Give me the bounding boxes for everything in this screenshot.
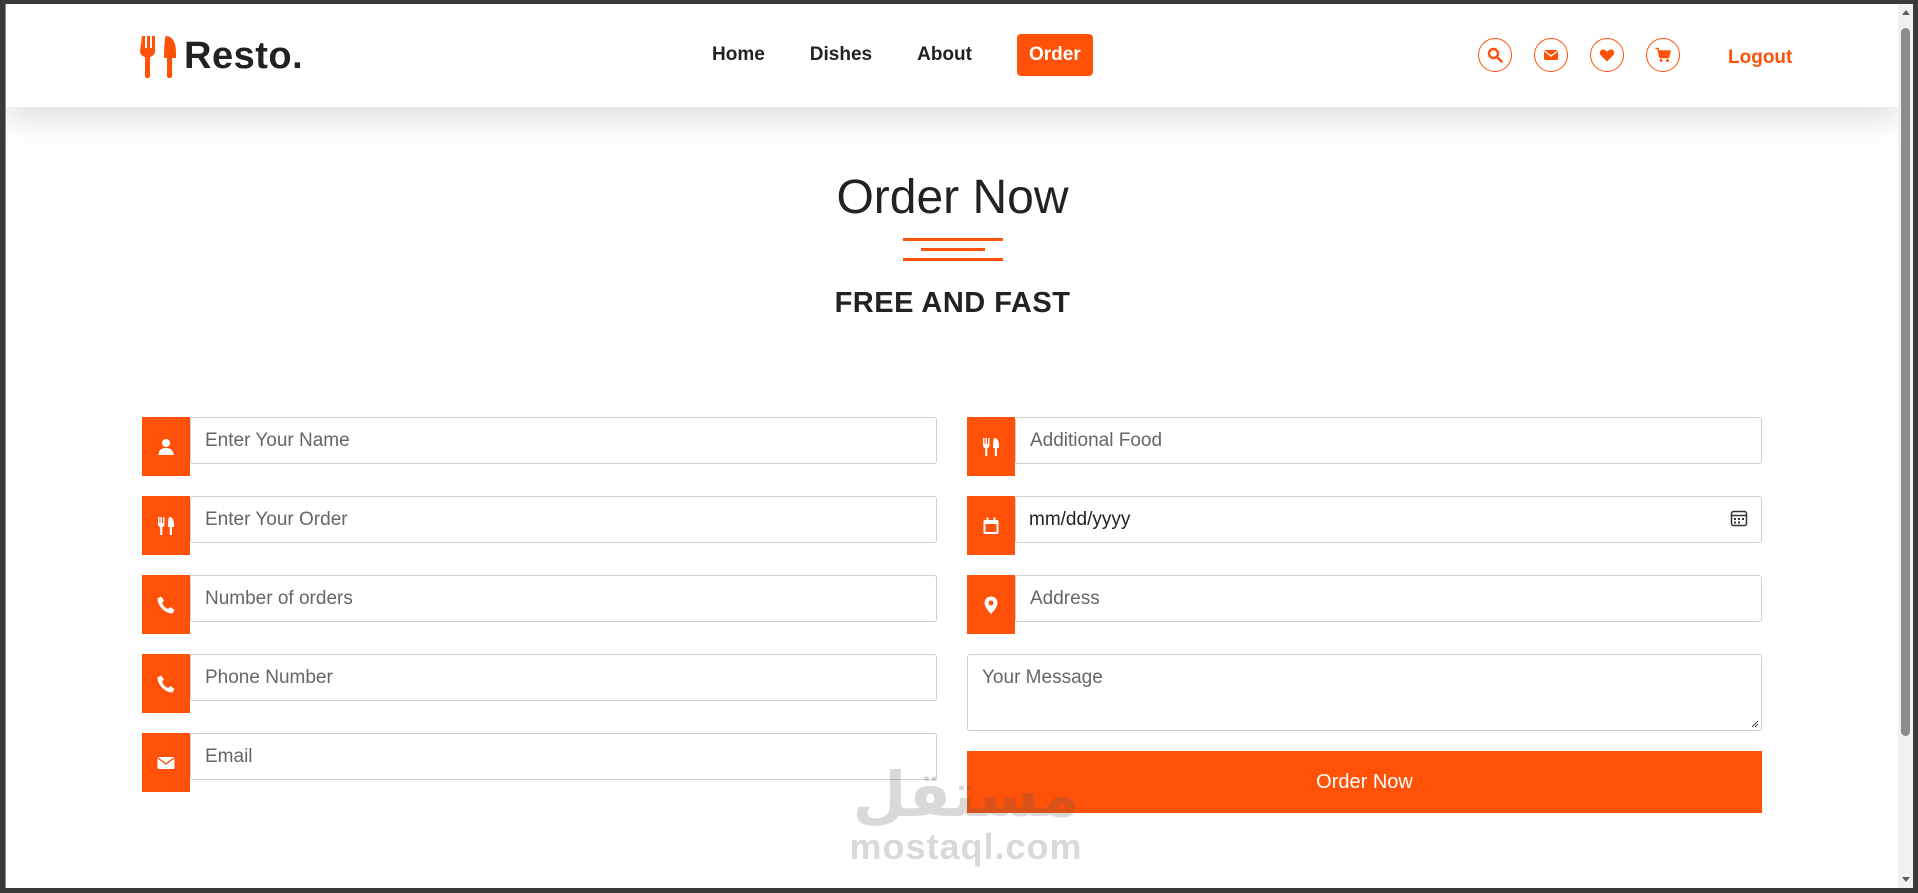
- additional-food-field-row: [967, 417, 1762, 476]
- phone-field-row: [142, 654, 937, 713]
- message-textarea[interactable]: [967, 654, 1762, 731]
- location-pin-icon: [984, 596, 998, 614]
- watermark: مستقل mostaql.com: [846, 764, 1086, 868]
- cart-icon: [1655, 47, 1671, 62]
- date-input-value: mm/dd/yyyy: [1029, 509, 1131, 530]
- nav-about[interactable]: About: [917, 34, 972, 76]
- browser-viewport: Resto. Home Dishes About Order Logout Or…: [5, 4, 1900, 888]
- order-input[interactable]: [190, 496, 937, 543]
- watermark-arabic: مستقل: [852, 758, 1080, 831]
- cart-button[interactable]: [1646, 38, 1680, 72]
- utensils-icon: [140, 36, 176, 78]
- brand-name: Resto.: [184, 34, 304, 77]
- title-divider: [902, 235, 1003, 265]
- utensils-icon: [983, 437, 999, 456]
- nav-order[interactable]: Order: [1016, 34, 1093, 76]
- order-form-right: mm/dd/yyyy Order Now: [967, 417, 1762, 813]
- order-field-row: [142, 496, 937, 555]
- section-subtitle: FREE AND FAST: [834, 287, 1071, 319]
- quantity-field-row: [142, 575, 937, 634]
- watermark-latin: mostaql.com: [849, 826, 1083, 867]
- envelope-icon: [1544, 50, 1558, 60]
- favorites-button[interactable]: [1590, 38, 1624, 72]
- name-input[interactable]: [190, 417, 937, 464]
- utensils-icon: [158, 516, 174, 535]
- main-nav: Home Dishes About Order: [712, 34, 1093, 76]
- heart-icon: [1599, 49, 1615, 62]
- resize-grip-icon[interactable]: [1751, 720, 1759, 728]
- email-input[interactable]: [190, 733, 937, 780]
- scroll-thumb[interactable]: [1901, 28, 1910, 736]
- logout-link[interactable]: Logout: [1728, 47, 1792, 69]
- logo[interactable]: Resto.: [140, 34, 303, 78]
- nav-dishes[interactable]: Dishes: [810, 34, 872, 76]
- number-of-orders-input[interactable]: [190, 575, 937, 622]
- additional-food-input[interactable]: [1015, 417, 1762, 464]
- order-form-left: [142, 417, 937, 812]
- date-field-row: mm/dd/yyyy: [967, 496, 1762, 555]
- nav-home[interactable]: Home: [712, 34, 765, 76]
- vertical-scrollbar[interactable]: [1898, 4, 1913, 888]
- page-title: Order Now: [836, 171, 1069, 224]
- order-now-button[interactable]: Order Now: [967, 751, 1762, 813]
- address-field-row: [967, 575, 1762, 634]
- scroll-up-icon[interactable]: [1902, 10, 1910, 15]
- name-field-row: [142, 417, 937, 476]
- email-field-row: [142, 733, 937, 792]
- phone-number-input[interactable]: [190, 654, 937, 701]
- calendar-icon: [983, 517, 999, 534]
- search-icon: [1487, 47, 1503, 63]
- phone-icon: [157, 596, 175, 613]
- date-picker-icon[interactable]: [1730, 509, 1748, 527]
- address-input[interactable]: [1015, 575, 1762, 622]
- order-heading: Order Now FREE AND FAST: [6, 169, 1899, 320]
- phone-icon: [157, 675, 175, 692]
- search-button[interactable]: [1478, 38, 1512, 72]
- envelope-icon: [157, 756, 175, 769]
- user-icon: [158, 438, 174, 455]
- site-header: Resto. Home Dishes About Order Logout: [6, 4, 1899, 107]
- messages-button[interactable]: [1534, 38, 1568, 72]
- header-icons: [1478, 38, 1702, 72]
- scroll-down-icon[interactable]: [1902, 877, 1910, 882]
